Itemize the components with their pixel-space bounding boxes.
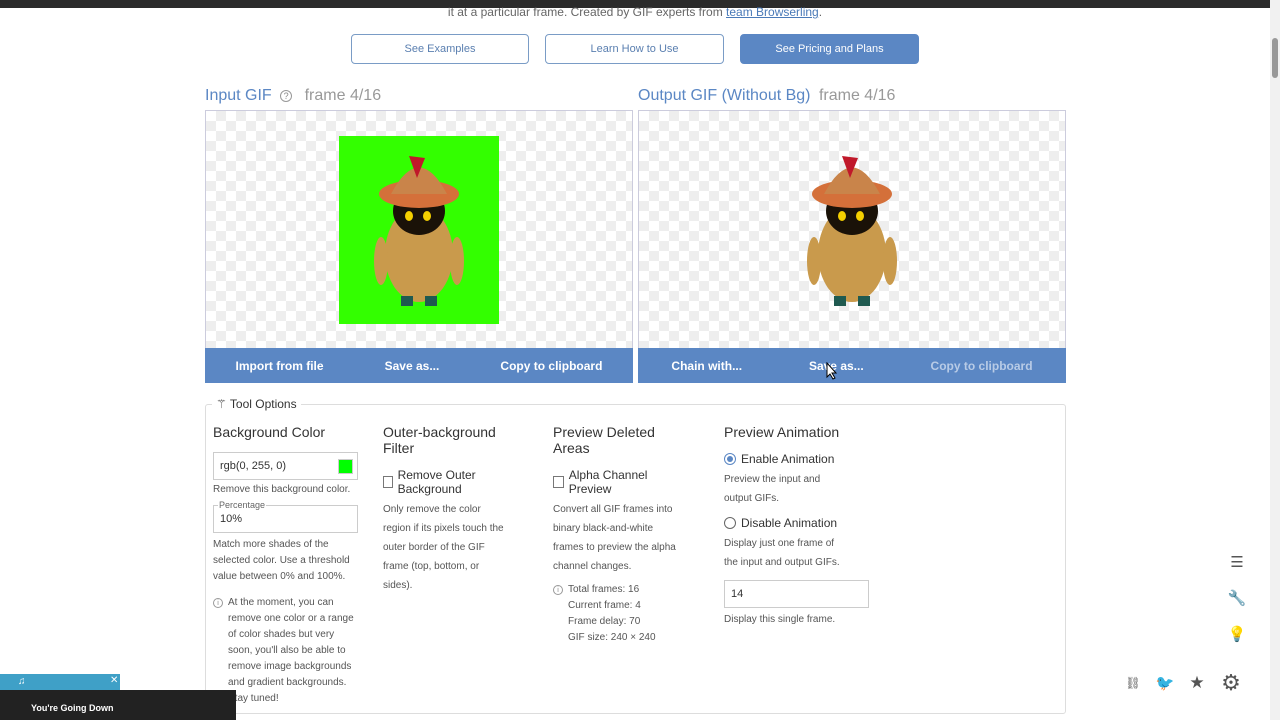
intro-text: it at a particular frame. Created by GIF… [0,5,1270,19]
radio-icon [724,517,736,529]
background-color-section: Background Color rgb(0, 255, 0) Remove t… [213,424,361,707]
output-action-bar: Chain with... Save as... Copy to clipboa… [638,348,1066,383]
input-save-as-button[interactable]: Save as... [385,359,440,373]
side-toolbar: ☰ 🔧 💡 [1224,549,1250,647]
note-text: At the moment, you can remove one color … [228,597,354,704]
close-icon[interactable]: ✕ [110,675,118,686]
output-copy-clipboard-button[interactable]: Copy to clipboard [931,359,1033,373]
browserling-link[interactable]: team Browserling [726,5,819,19]
color-swatch[interactable] [338,459,353,474]
learn-how-button[interactable]: Learn How to Use [545,34,724,64]
enable-animation-radio[interactable]: Enable Animation [724,452,874,466]
output-gif-label: Output GIF (Without Bg) [638,87,811,104]
percentage-label: Percentage [218,500,267,510]
preview-deleted-heading: Preview Deleted Areas [553,424,655,456]
outer-filter-heading: Outer-background Filter [383,424,496,456]
remove-outer-label: Remove Outer Background [397,468,476,496]
outer-filter-section: Outer-background Filter Remove Outer Bac… [383,424,508,595]
current-frame: Current frame: 4 [568,600,641,611]
output-gif-title: Output GIF (Without Bg) frame 4/16 [638,87,895,105]
enable-animation-desc: Preview the input and output GIFs. [724,474,821,504]
intro-sentence: it at a particular frame. Created by GIF… [447,5,727,19]
alpha-preview-desc: Convert all GIF frames into binary black… [553,504,676,572]
info-icon: i [213,598,223,608]
media-thumbnail: You're Going Down [0,690,236,720]
input-gif-label: Input GIF [205,87,272,104]
twitter-icon[interactable]: 🐦 [1152,670,1178,696]
color-input[interactable]: rgb(0, 255, 0) [213,452,358,480]
color-value: rgb(0, 255, 0) [220,460,287,472]
help-icon[interactable]: ? [280,89,293,102]
total-frames: Total frames: 16 [568,584,640,595]
background-color-heading: Background Color [213,424,326,440]
info-icon: i [553,585,563,595]
wrench-icon[interactable]: 🔧 [1224,585,1250,611]
bottom-icon-row: ⛓ 🐦 ★ ⚙ [1120,670,1246,696]
output-gif-image [807,156,897,306]
gif-stats: i Total frames: 16 Current frame: 4 Fram… [553,582,678,646]
chain-with-button[interactable]: Chain with... [671,359,742,373]
bean-character-icon [807,156,897,306]
color-desc: Remove this background color. [213,484,351,495]
input-gif-title: Input GIF ? frame 4/16 [205,87,381,105]
remove-outer-checkbox[interactable]: Remove Outer Background [383,468,508,496]
see-examples-button[interactable]: See Examples [351,34,529,64]
frame-delay: Frame delay: 70 [568,616,641,627]
percentage-input[interactable]: Percentage 10% [213,500,358,533]
outer-filter-desc: Only remove the color region if its pixe… [383,504,504,591]
media-title: You're Going Down [31,703,114,713]
percentage-desc: Match more shades of the selected color.… [213,539,350,582]
alpha-preview-checkbox[interactable]: Alpha Channel Preview [553,468,678,496]
input-frame-counter: frame 4/16 [304,87,382,104]
alpha-preview-label: Alpha Channel Preview [568,468,648,496]
magic-wand-icon: ⚚ [216,397,227,411]
see-pricing-button[interactable]: See Pricing and Plans [740,34,919,64]
scrollbar-track[interactable] [1270,0,1280,720]
list-icon[interactable]: ☰ [1224,549,1250,575]
import-from-file-button[interactable]: Import from file [236,359,324,373]
output-gif-canvas[interactable] [638,110,1066,348]
disable-animation-label: Disable Animation [741,516,838,530]
radio-selected-icon [724,453,736,465]
input-action-bar: Import from file Save as... Copy to clip… [205,348,633,383]
lightbulb-icon[interactable]: 💡 [1224,621,1250,647]
checkbox-icon [383,476,393,488]
percentage-value: 10% [220,513,243,525]
preview-deleted-section: Preview Deleted Areas Alpha Channel Prev… [553,424,678,646]
checkbox-icon [553,476,564,488]
input-gif-canvas[interactable] [205,110,633,348]
single-frame-input[interactable]: 14 [724,580,869,608]
preview-animation-section: Preview Animation Enable Animation Previ… [724,424,874,629]
single-frame-desc: Display this single frame. [724,614,836,625]
gif-size: GIF size: 240 × 240 [568,632,656,643]
single-frame-value: 14 [731,588,744,600]
preview-animation-heading: Preview Animation [724,424,840,440]
disable-animation-radio[interactable]: Disable Animation [724,516,874,530]
media-overlay[interactable]: ♫ ✕ You're Going Down [0,674,236,720]
media-bar: ♫ ✕ [0,674,120,690]
intro-tail: . [818,5,823,19]
input-copy-clipboard-button[interactable]: Copy to clipboard [500,359,602,373]
tool-options-legend: ⚚ Tool Options [212,397,301,411]
mouse-cursor-icon [826,362,838,380]
gear-icon[interactable]: ⚙ [1216,670,1246,696]
output-frame-counter: frame 4/16 [818,87,896,104]
tool-options-label: Tool Options [229,397,297,411]
star-icon[interactable]: ★ [1184,670,1210,696]
link-icon[interactable]: ⛓ [1120,670,1146,696]
enable-animation-label: Enable Animation [741,452,835,466]
music-icon: ♫ [18,676,26,687]
input-gif-image [339,136,499,324]
disable-animation-desc: Display just one frame of the input and … [724,538,840,568]
scrollbar-thumb[interactable] [1272,38,1278,78]
